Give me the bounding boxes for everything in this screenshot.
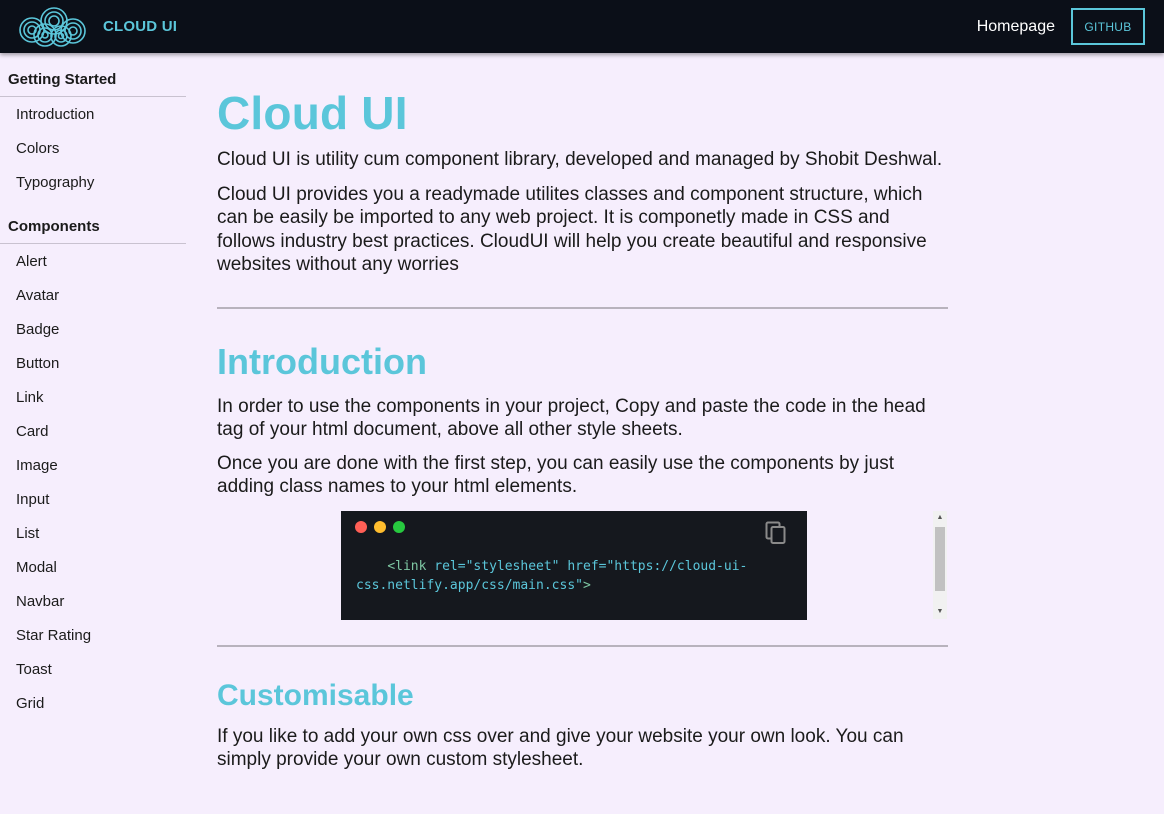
code-snippet[interactable]: <link rel="stylesheet" href="https://clo… [356, 557, 796, 595]
sidebar-list-getting-started: Introduction Colors Typography [0, 97, 186, 199]
intro-paragraph-1: Cloud UI is utility cum component librar… [217, 149, 943, 170]
sidebar-item-modal[interactable]: Modal [0, 550, 186, 584]
divider-1 [217, 306, 948, 309]
intro-paragraph-2: Cloud UI provides you a readymade utilit… [217, 183, 927, 276]
introduction-heading: Introduction [217, 340, 427, 382]
sidebar-item-list[interactable]: List [0, 516, 186, 550]
scroll-thumb[interactable] [935, 526, 945, 591]
brand-name: CLOUD UI [103, 18, 178, 35]
sidebar-item-image[interactable]: Image [0, 448, 186, 482]
sidebar-item-star-rating[interactable]: Star Rating [0, 618, 186, 652]
red-dot-icon [355, 520, 367, 533]
sidebar-item-badge[interactable]: Badge [0, 312, 186, 346]
page-title: Cloud UI [217, 87, 408, 139]
code-block-wrapper: <link rel="stylesheet" href="https://clo… [217, 510, 948, 621]
navbar: CLOUD UI Homepage GITHUB [0, 0, 1164, 53]
sidebar-heading-getting-started: Getting Started [0, 53, 186, 97]
customisable-paragraph-1: If you like to add your own css over and… [217, 725, 904, 771]
sidebar-item-introduction[interactable]: Introduction [0, 97, 186, 131]
sidebar-item-typography[interactable]: Typography [0, 165, 186, 199]
sidebar-item-toast[interactable]: Toast [0, 652, 186, 686]
sidebar-item-colors[interactable]: Colors [0, 131, 186, 165]
yellow-dot-icon [374, 520, 386, 533]
code-val-rel: "stylesheet" [465, 558, 560, 574]
main-content: Cloud UI Cloud UI is utility cum compone… [217, 53, 948, 772]
code-open-tag: <link [387, 558, 427, 574]
customisable-heading: Customisable [217, 678, 414, 712]
code-close-tag: > [582, 577, 591, 593]
sidebar-item-navbar[interactable]: Navbar [0, 584, 186, 618]
sidebar-item-link[interactable]: Link [0, 380, 186, 414]
sidebar-item-grid[interactable]: Grid [0, 686, 186, 720]
sidebar: Getting Started Introduction Colors Typo… [0, 53, 186, 720]
sidebar-item-alert[interactable]: Alert [0, 244, 186, 278]
sidebar-item-avatar[interactable]: Avatar [0, 278, 186, 312]
green-dot-icon [393, 520, 405, 533]
code-attr-href: href= [559, 558, 607, 574]
code-block: <link rel="stylesheet" href="https://clo… [341, 510, 807, 620]
sidebar-item-card[interactable]: Card [0, 414, 186, 448]
divider-2 [217, 644, 948, 647]
code-scrollbar[interactable]: ▲ ▼ [933, 510, 947, 619]
sidebar-list-components: Alert Avatar Badge Button Link Card Imag… [0, 244, 186, 720]
sidebar-heading-components: Components [0, 199, 186, 244]
scroll-down-icon[interactable]: ▼ [933, 605, 947, 619]
cloud-logo-icon [19, 6, 86, 47]
introduction-paragraph-1: In order to use the components in your p… [217, 395, 926, 441]
code-attr-rel: rel= [426, 558, 466, 574]
nav-right: Homepage GITHUB [977, 8, 1145, 45]
window-dots [355, 520, 412, 533]
copy-icon[interactable] [765, 521, 787, 545]
homepage-link[interactable]: Homepage [977, 18, 1055, 36]
brand[interactable]: CLOUD UI [18, 0, 177, 53]
sidebar-item-button[interactable]: Button [0, 346, 186, 380]
scroll-up-icon[interactable]: ▲ [933, 511, 947, 525]
github-button[interactable]: GITHUB [1071, 8, 1145, 45]
introduction-paragraph-2: Once you are done with the first step, y… [217, 452, 894, 498]
sidebar-item-input[interactable]: Input [0, 482, 186, 516]
